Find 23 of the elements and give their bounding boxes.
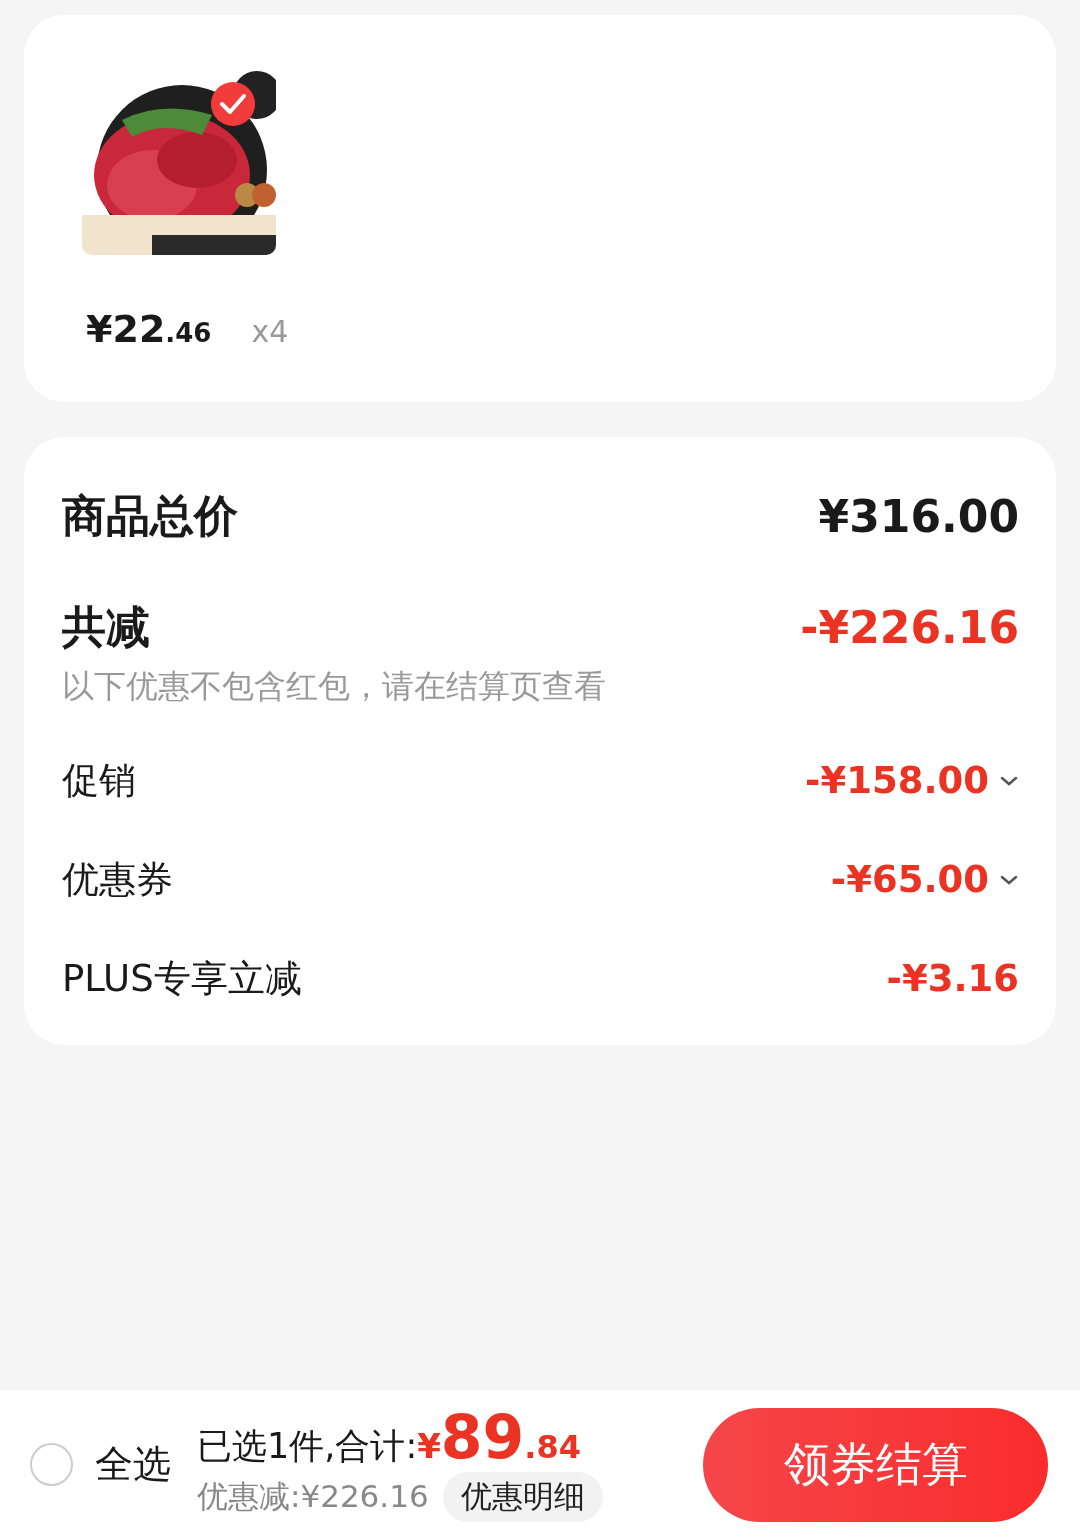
check-icon[interactable] bbox=[210, 81, 256, 127]
checkout-button[interactable]: 领券结算 bbox=[703, 1407, 1048, 1522]
chevron-down-icon[interactable] bbox=[999, 774, 1019, 787]
total-label: 商品总价 bbox=[62, 489, 238, 543]
discount-value: -¥226.16 bbox=[800, 602, 1019, 653]
quantity: x4 bbox=[251, 314, 289, 349]
chevron-down-icon[interactable] bbox=[999, 873, 1019, 886]
discount-item-value: -¥3.16 bbox=[886, 957, 1019, 1000]
select-all-label[interactable]: 全选 bbox=[95, 1439, 171, 1490]
discount-detail-button[interactable]: 优惠明细 bbox=[442, 1472, 603, 1522]
discount-total: 优惠减:¥226.16 bbox=[197, 1477, 429, 1516]
unit-price: ¥22.46 bbox=[86, 307, 212, 351]
discount-item-label: PLUS专享立减 bbox=[62, 955, 302, 1002]
discount-item-label: 优惠券 bbox=[62, 856, 173, 903]
discount-label: 共减 bbox=[62, 600, 150, 654]
total-amount: ¥89.84 bbox=[417, 1407, 582, 1467]
discount-item-value: -¥65.00 bbox=[830, 858, 989, 901]
total-value: ¥316.00 bbox=[818, 491, 1019, 542]
discount-note: 以下优惠不包含红包，请在结算页查看 bbox=[62, 666, 607, 707]
discount-item-label: 促销 bbox=[62, 757, 136, 804]
discount-item-value: -¥158.00 bbox=[805, 759, 989, 802]
select-all-radio[interactable] bbox=[30, 1443, 73, 1486]
selected-summary: 已选1件,合计: bbox=[197, 1425, 418, 1468]
